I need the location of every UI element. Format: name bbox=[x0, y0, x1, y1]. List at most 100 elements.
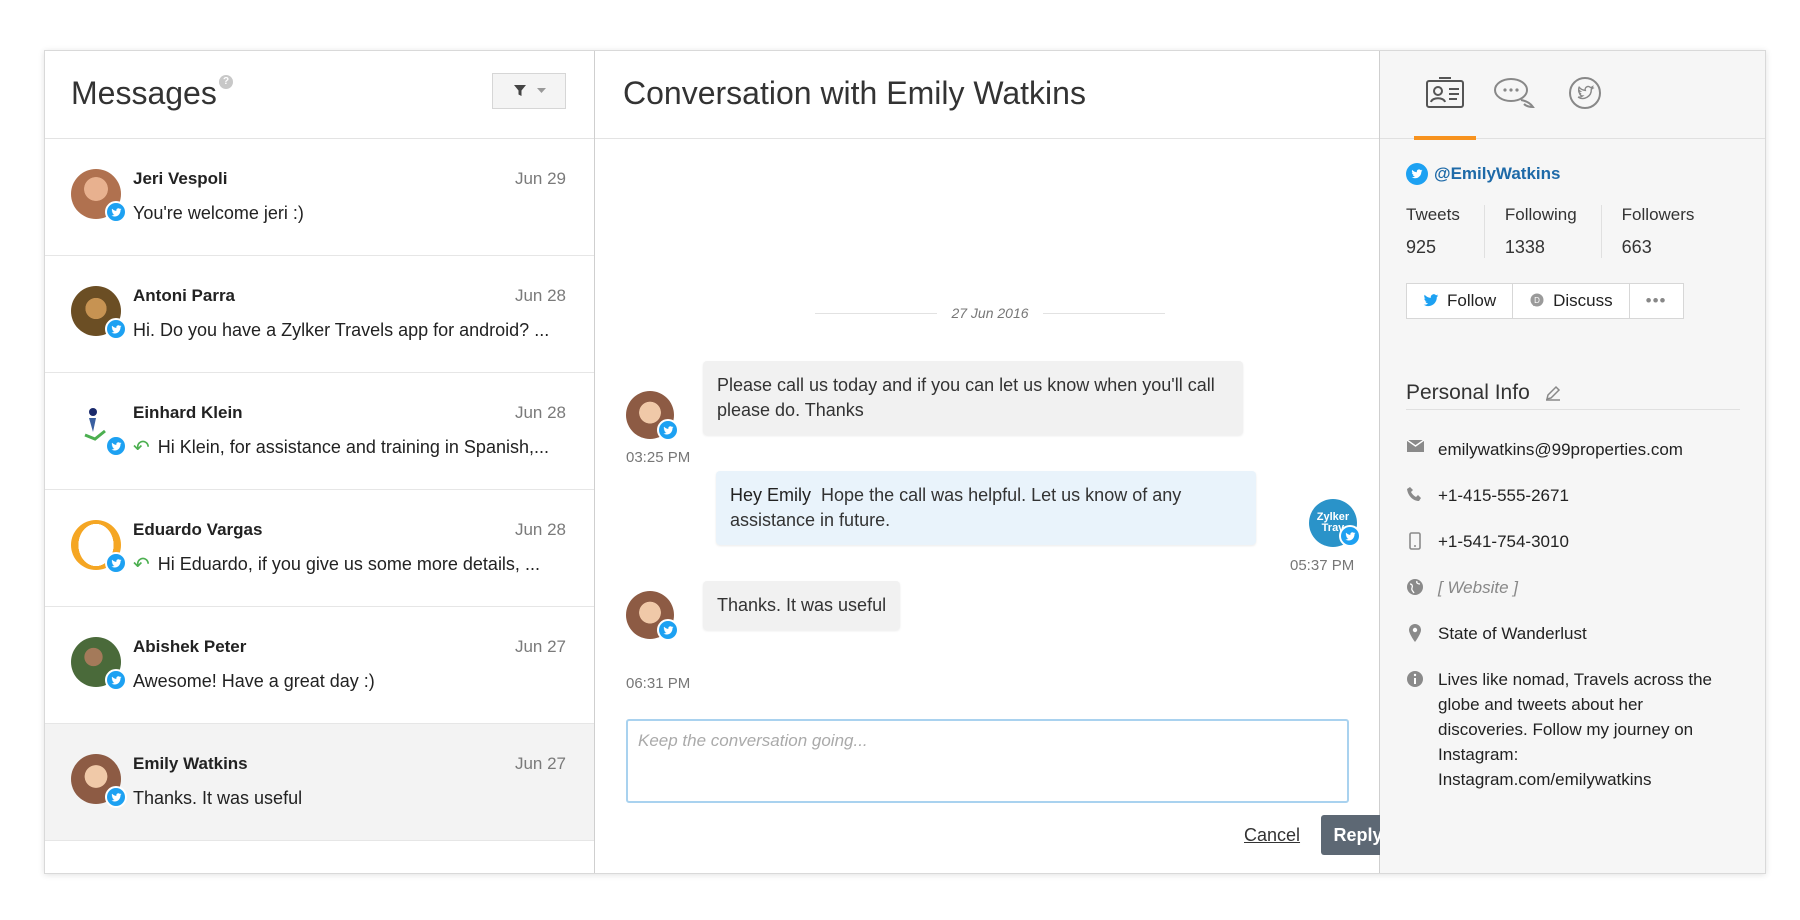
preview-text: Awesome! Have a great day :) bbox=[133, 671, 375, 691]
info-icon bbox=[1406, 667, 1424, 688]
contact-card-icon bbox=[1426, 77, 1464, 108]
twitter-icon bbox=[105, 201, 127, 223]
handle-text: @EmilyWatkins bbox=[1434, 164, 1561, 183]
message-bubble-incoming: Please call us today and if you can let … bbox=[703, 361, 1243, 435]
stat-following: Following 1338 bbox=[1505, 205, 1602, 258]
twitter-handle[interactable]: @EmilyWatkins bbox=[1406, 163, 1560, 185]
sender-name: Emily Watkins bbox=[133, 754, 248, 773]
tab-contact-card[interactable] bbox=[1414, 71, 1476, 140]
date-separator-label: 27 Jun 2016 bbox=[951, 305, 1029, 321]
cancel-button[interactable]: Cancel bbox=[1244, 825, 1300, 846]
personal-info-heading: Personal Info bbox=[1406, 381, 1562, 405]
chat-bubbles-icon bbox=[1494, 78, 1535, 109]
stat-tweets: Tweets 925 bbox=[1406, 205, 1485, 258]
message-preview: Awesome! Have a great day :) bbox=[133, 671, 567, 692]
twitter-icon bbox=[105, 552, 127, 574]
stat-label: Tweets bbox=[1406, 205, 1460, 224]
stat-label: Following bbox=[1504, 205, 1577, 224]
message-list: Jeri Vespoli Jun 29 You're welcome jeri … bbox=[45, 139, 594, 841]
stat-value: 1338 bbox=[1504, 237, 1545, 257]
filter-icon bbox=[513, 85, 526, 96]
tab-twitter[interactable] bbox=[1560, 71, 1610, 115]
globe-icon bbox=[1406, 575, 1424, 596]
message-text: Thanks. It was useful bbox=[717, 595, 887, 615]
location-row: State of Wanderlust bbox=[1406, 621, 1736, 646]
message-time: 06:31 PM bbox=[626, 675, 691, 692]
follow-button[interactable]: Follow bbox=[1407, 284, 1514, 318]
message-date: Jun 28 bbox=[514, 286, 566, 305]
message-preview: You're welcome jeri :) bbox=[133, 203, 567, 224]
preview-text: You're welcome jeri :) bbox=[133, 203, 304, 223]
tab-conversations[interactable] bbox=[1490, 71, 1540, 115]
list-item[interactable]: Eduardo Vargas Jun 28 ↶ Hi Eduardo, if yo… bbox=[45, 490, 594, 607]
list-item[interactable]: Antoni Parra Jun 28 Hi. Do you have a Zy… bbox=[45, 256, 594, 373]
website-value[interactable]: [ Website ] bbox=[1438, 575, 1518, 600]
contact-tabs bbox=[1380, 51, 1765, 140]
messages-panel: Messages ? Jeri Vespoli Jun 29 You're we… bbox=[45, 51, 595, 873]
conversation-title: Conversation with Emily Watkins bbox=[623, 75, 1086, 111]
bio-row: Lives like nomad, Travels across the glo… bbox=[1406, 667, 1736, 792]
email-value[interactable]: emilywatkins@99properties.com bbox=[1438, 437, 1683, 462]
replied-icon: ↶ bbox=[133, 437, 150, 458]
website-row: [ Website ] bbox=[1406, 575, 1736, 600]
mobile-row: +1-541-754-3010 bbox=[1406, 529, 1736, 554]
mobile-icon bbox=[1406, 529, 1424, 550]
follow-label: Follow bbox=[1447, 291, 1497, 310]
message-date: Jun 27 bbox=[514, 637, 566, 656]
filter-button[interactable] bbox=[492, 73, 566, 109]
bio-value: Lives like nomad, Travels across the glo… bbox=[1438, 670, 1713, 789]
reply-composer[interactable] bbox=[626, 719, 1349, 803]
contact-panel: @EmilyWatkins Tweets 925 Following 1338 … bbox=[1380, 51, 1765, 873]
stat-followers: Followers 663 bbox=[1622, 205, 1719, 258]
mobile-value[interactable]: +1-541-754-3010 bbox=[1438, 529, 1569, 554]
twitter-icon bbox=[105, 786, 127, 808]
more-options-button[interactable]: ••• bbox=[1630, 284, 1683, 318]
message-bubble-incoming: Thanks. It was useful bbox=[703, 581, 901, 630]
list-item[interactable]: Einhard Klein Jun 28 ↶ Hi Klein, for assi… bbox=[45, 373, 594, 490]
replied-icon: ↶ bbox=[133, 554, 150, 575]
message-date: Jun 28 bbox=[514, 403, 566, 422]
twitter-outline-icon bbox=[1569, 77, 1601, 109]
message-text: Please call us today and if you can let … bbox=[717, 375, 1215, 420]
preview-text: Hi Klein, for assistance and training in… bbox=[157, 437, 549, 457]
location-pin-icon bbox=[1406, 621, 1424, 642]
location-value: State of Wanderlust bbox=[1438, 624, 1587, 643]
edit-icon[interactable] bbox=[1544, 384, 1562, 402]
stat-value: 925 bbox=[1406, 237, 1437, 257]
phone-value[interactable]: +1-415-555-2671 bbox=[1438, 483, 1569, 508]
date-separator: 27 Jun 2016 bbox=[815, 303, 1166, 323]
divider bbox=[815, 312, 938, 314]
sender-name: Antoni Parra bbox=[133, 286, 236, 305]
list-item-selected[interactable]: Emily Watkins Jun 27 Thanks. It was usef… bbox=[45, 724, 594, 841]
profile-stats: Tweets 925 Following 1338 Followers 663 bbox=[1406, 205, 1738, 258]
preview-text: Thanks. It was useful bbox=[133, 788, 303, 808]
sender-name: Eduardo Vargas bbox=[133, 520, 263, 539]
discuss-icon: D bbox=[1530, 293, 1544, 307]
app-window: Messages ? Jeri Vespoli Jun 29 You're we… bbox=[44, 50, 1766, 874]
message-date: Jun 27 bbox=[514, 754, 566, 773]
phone-row: +1-415-555-2671 bbox=[1406, 483, 1736, 508]
twitter-icon bbox=[1339, 525, 1361, 547]
list-item[interactable]: Jeri Vespoli Jun 29 You're welcome jeri … bbox=[45, 139, 594, 256]
discuss-button[interactable]: D Discuss bbox=[1513, 284, 1630, 318]
help-icon[interactable]: ? bbox=[219, 75, 233, 89]
message-time: 05:37 PM bbox=[1290, 557, 1355, 574]
more-icon: ••• bbox=[1645, 291, 1667, 310]
message-bubble-outgoing: Hey Emily Hope the call was helpful. Let… bbox=[716, 471, 1256, 545]
sender-name: Abishek Peter bbox=[133, 637, 247, 656]
stat-value: 663 bbox=[1621, 237, 1652, 257]
message-preview: ↶ Hi Klein, for assistance and training i… bbox=[133, 437, 567, 458]
reply-input[interactable] bbox=[628, 721, 1347, 761]
message-preview: ↶ Hi Eduardo, if you give us some more de… bbox=[133, 554, 567, 575]
chevron-down-icon bbox=[536, 88, 546, 93]
sender-name: Einhard Klein bbox=[133, 403, 243, 422]
divider bbox=[1042, 312, 1166, 314]
list-item[interactable]: Abishek Peter Jun 27 Awesome! Have a gre… bbox=[45, 607, 594, 724]
message-preview: Hi. Do you have a Zylker Travels app for… bbox=[133, 320, 567, 341]
twitter-icon bbox=[105, 669, 127, 691]
twitter-icon bbox=[105, 318, 127, 340]
conversation-panel: Conversation with Emily Watkins 27 Jun 2… bbox=[595, 51, 1395, 873]
message-preview: Thanks. It was useful bbox=[133, 788, 567, 809]
messages-title: Messages bbox=[71, 75, 217, 111]
divider bbox=[1406, 409, 1740, 410]
